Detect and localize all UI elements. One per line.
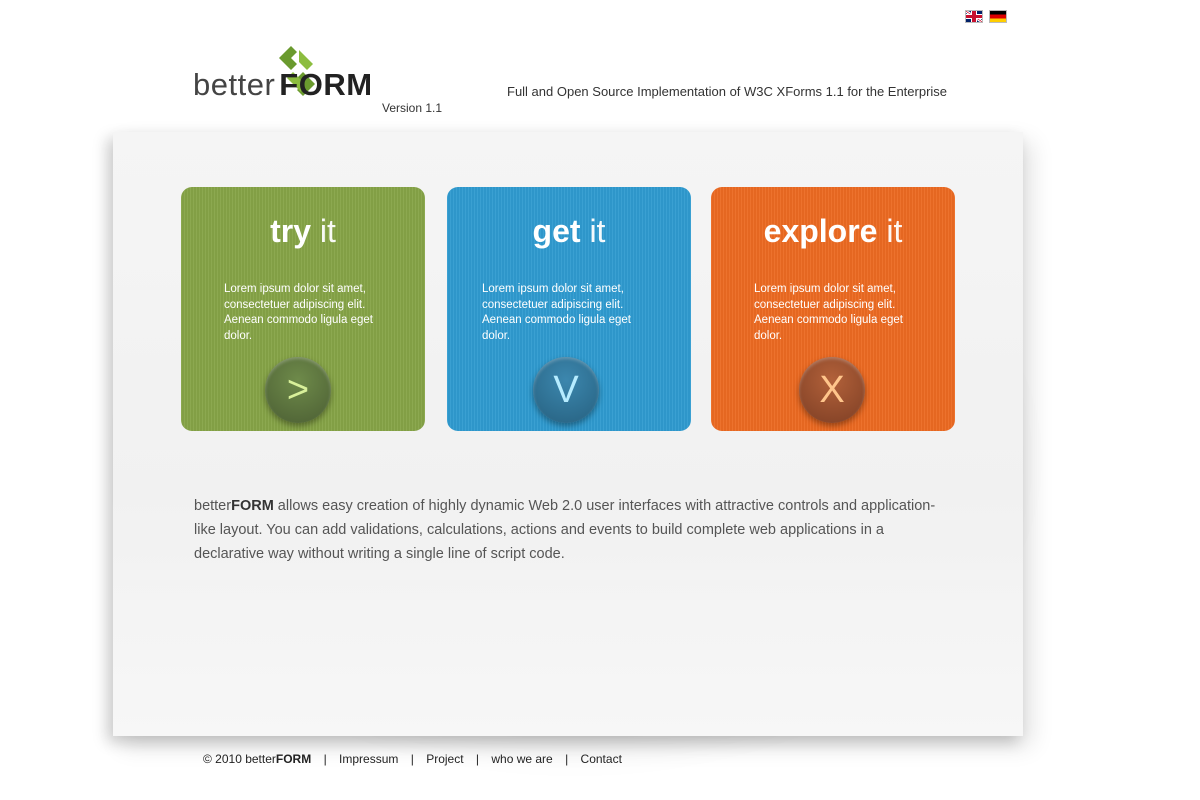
card-title-strong: get xyxy=(532,213,581,249)
copyright-brand: FORM xyxy=(275,752,312,766)
footer-link-impressum[interactable]: Impressum xyxy=(339,752,398,766)
footer-link-who-we-are[interactable]: who we are xyxy=(491,752,552,766)
footer-link-contact[interactable]: Contact xyxy=(581,752,622,766)
try-it-button[interactable]: > xyxy=(265,357,331,423)
tagline: Full and Open Source Implementation of W… xyxy=(507,84,948,99)
footer-separator: | xyxy=(323,752,327,766)
description-paragraph: betterFORM allows easy creation of highl… xyxy=(194,494,954,566)
card-title: try it xyxy=(181,213,425,250)
card-text: Lorem ipsum dolor sit amet, consectetuer… xyxy=(224,283,373,342)
footer-link-project[interactable]: Project xyxy=(426,752,463,766)
logo-form: FORM xyxy=(279,67,373,102)
main-panel: try it Lorem ipsum dolor sit amet, conse… xyxy=(113,132,1023,736)
card-text: Lorem ipsum dolor sit amet, consectetuer… xyxy=(754,283,903,342)
logo-wordmark: better FORM xyxy=(193,67,373,103)
footer-separator: | xyxy=(565,752,569,766)
footer-separator: | xyxy=(475,752,480,766)
description-brand-light: better xyxy=(194,498,232,514)
betterform-logo[interactable]: better FORM Version 1.1 xyxy=(193,44,453,120)
card-title: get it xyxy=(447,213,691,250)
english-flag-icon[interactable] xyxy=(966,11,982,22)
copyright-prefix: © 2010 better xyxy=(203,752,276,766)
logo-better: better xyxy=(193,67,276,102)
card-title-strong: explore xyxy=(763,213,878,249)
language-switcher xyxy=(966,11,1006,22)
german-flag-icon[interactable] xyxy=(990,11,1006,22)
explore-it-card[interactable]: explore it Lorem ipsum dolor sit amet, c… xyxy=(711,187,955,431)
try-it-card[interactable]: try it Lorem ipsum dolor sit amet, conse… xyxy=(181,187,425,431)
card-title: explore it xyxy=(711,213,955,250)
card-title-strong: try xyxy=(270,213,311,249)
get-it-button[interactable]: V xyxy=(533,357,599,423)
card-text: Lorem ipsum dolor sit amet, consectetuer… xyxy=(482,283,631,342)
footer: © 2010 betterFORM | Impressum | Project … xyxy=(203,752,622,766)
description-brand-strong: FORM xyxy=(231,498,274,514)
version-label: Version 1.1 xyxy=(382,101,443,115)
get-it-card[interactable]: get it Lorem ipsum dolor sit amet, conse… xyxy=(447,187,691,431)
card-title-light: it xyxy=(319,213,336,249)
card-title-light: it xyxy=(589,213,606,249)
explore-it-button[interactable]: X xyxy=(799,357,865,423)
card-title-light: it xyxy=(886,213,903,249)
footer-separator: | xyxy=(410,752,414,766)
description-text: allows easy creation of highly dynamic W… xyxy=(194,498,936,562)
